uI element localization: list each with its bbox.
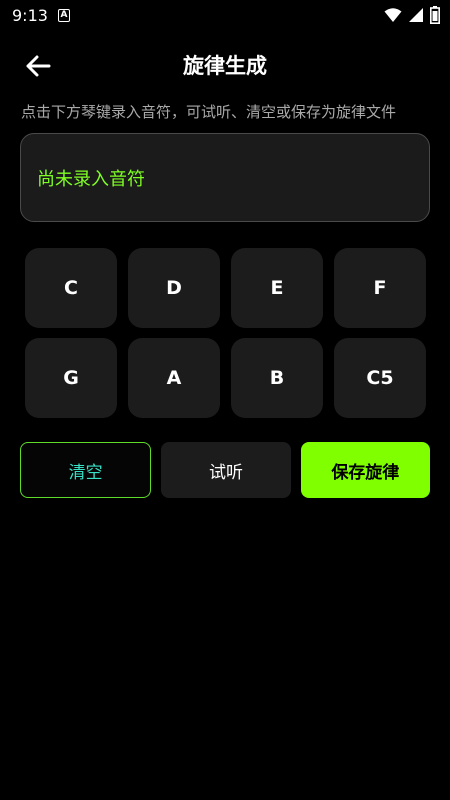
wifi-icon: [384, 8, 402, 22]
status-bar: 9:13 A: [0, 0, 450, 32]
listen-button[interactable]: 试听: [161, 442, 291, 498]
key-f[interactable]: F: [334, 248, 426, 328]
battery-icon: [430, 6, 440, 24]
key-a[interactable]: A: [128, 338, 220, 418]
key-e[interactable]: E: [231, 248, 323, 328]
signal-icon: [409, 8, 423, 22]
key-b[interactable]: B: [231, 338, 323, 418]
instruction-text: 点击下方琴键录入音符，可试听、清空或保存为旋律文件: [21, 103, 397, 121]
key-g[interactable]: G: [25, 338, 117, 418]
status-time: 9:13: [12, 6, 48, 25]
save-melody-button[interactable]: 保存旋律: [300, 442, 430, 498]
action-bar: 清空 试听 保存旋律: [20, 442, 430, 498]
notes-display-text: 尚未录入音符: [37, 168, 145, 190]
notification-badge-icon: A: [58, 9, 70, 22]
key-c5[interactable]: C5: [334, 338, 426, 418]
status-icons: [384, 6, 440, 24]
clear-button[interactable]: 清空: [20, 442, 152, 498]
key-d[interactable]: D: [128, 248, 220, 328]
key-c[interactable]: C: [25, 248, 117, 328]
page-title: 旋律生成: [183, 54, 267, 78]
notes-display: 尚未录入音符: [20, 133, 430, 222]
piano-keys: C D E F G A B C5: [25, 248, 426, 418]
